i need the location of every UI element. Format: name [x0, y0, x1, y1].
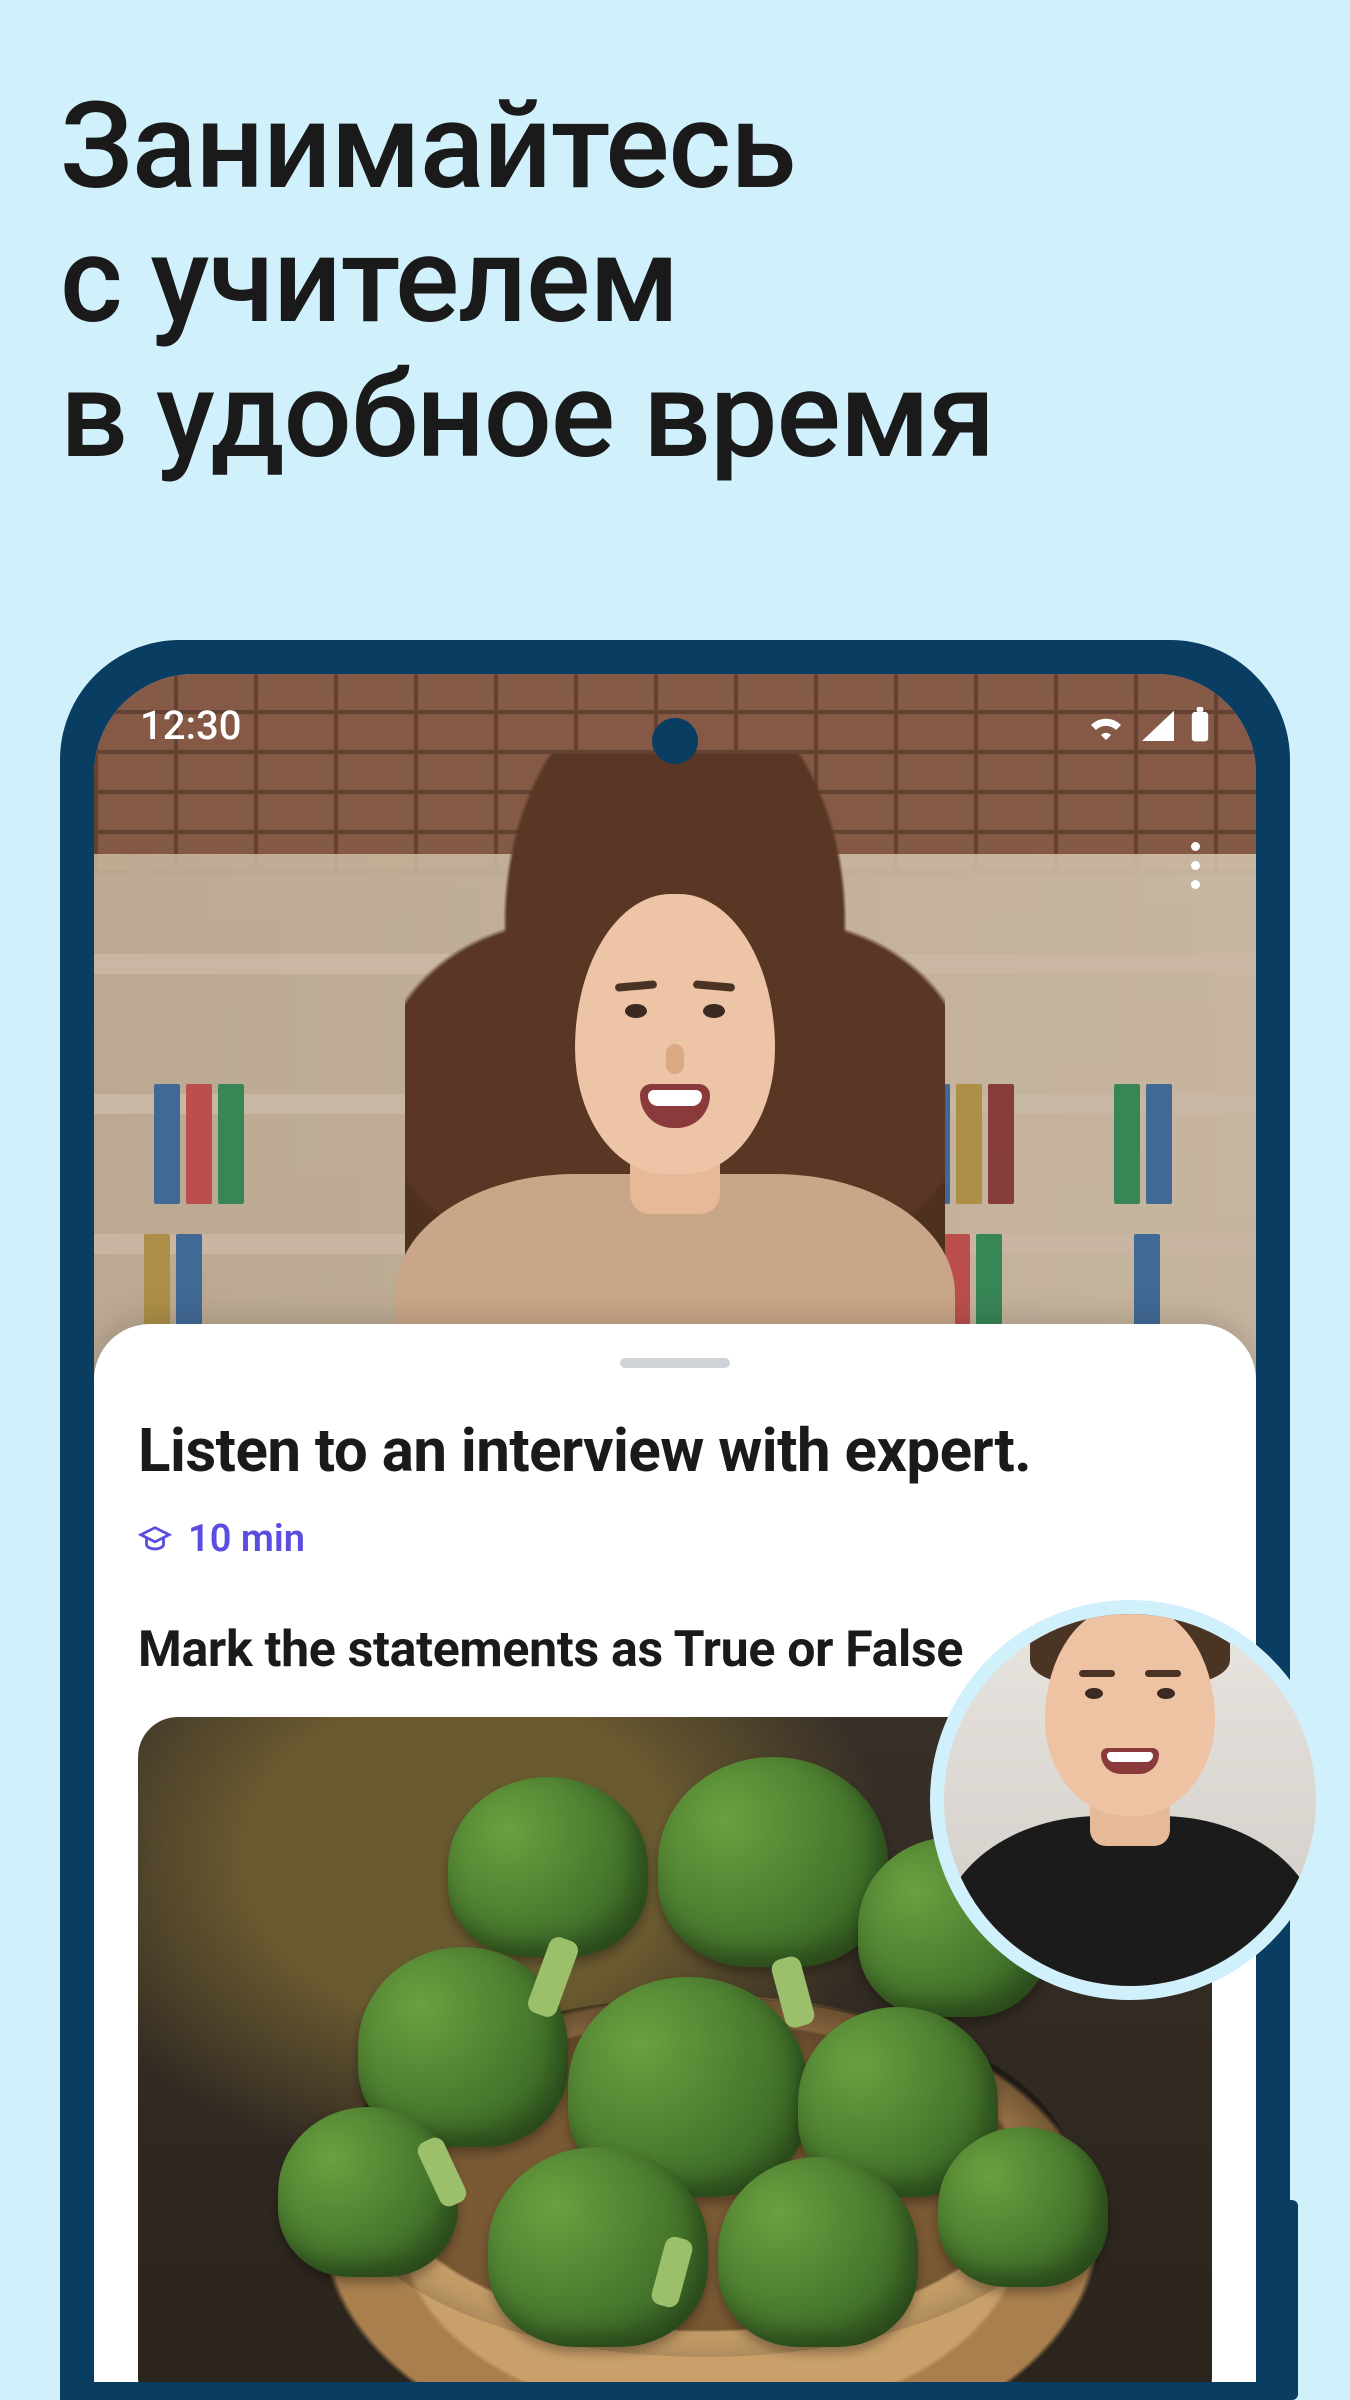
phone-frame: 12:30 Listen to an interview with expert…: [60, 640, 1290, 2400]
teacher-video[interactable]: [94, 674, 1256, 1394]
phone-screen: 12:30 Listen to an interview with expert…: [94, 674, 1256, 2382]
overflow-menu-button[interactable]: [1183, 834, 1208, 897]
wifi-icon: [1086, 709, 1126, 741]
graduation-cap-icon: [138, 1522, 172, 1556]
sheet-drag-handle[interactable]: [620, 1358, 730, 1368]
phone-mockup: 12:30 Listen to an interview with expert…: [60, 640, 1290, 2400]
status-icons: [1086, 707, 1210, 743]
promo-headline: Занимайтесь с учителем в удобное время: [60, 80, 994, 483]
task-duration: 10 min: [138, 1517, 1212, 1561]
signal-icon: [1140, 709, 1176, 741]
task-duration-text: 10 min: [188, 1517, 305, 1561]
teacher-avatar: [335, 754, 1015, 1394]
status-time: 12:30: [140, 702, 241, 749]
battery-icon: [1190, 707, 1210, 743]
camera-notch: [652, 718, 698, 764]
task-title: Listen to an interview with expert.: [138, 1414, 1212, 1487]
student-video-pip[interactable]: [930, 1600, 1330, 2000]
